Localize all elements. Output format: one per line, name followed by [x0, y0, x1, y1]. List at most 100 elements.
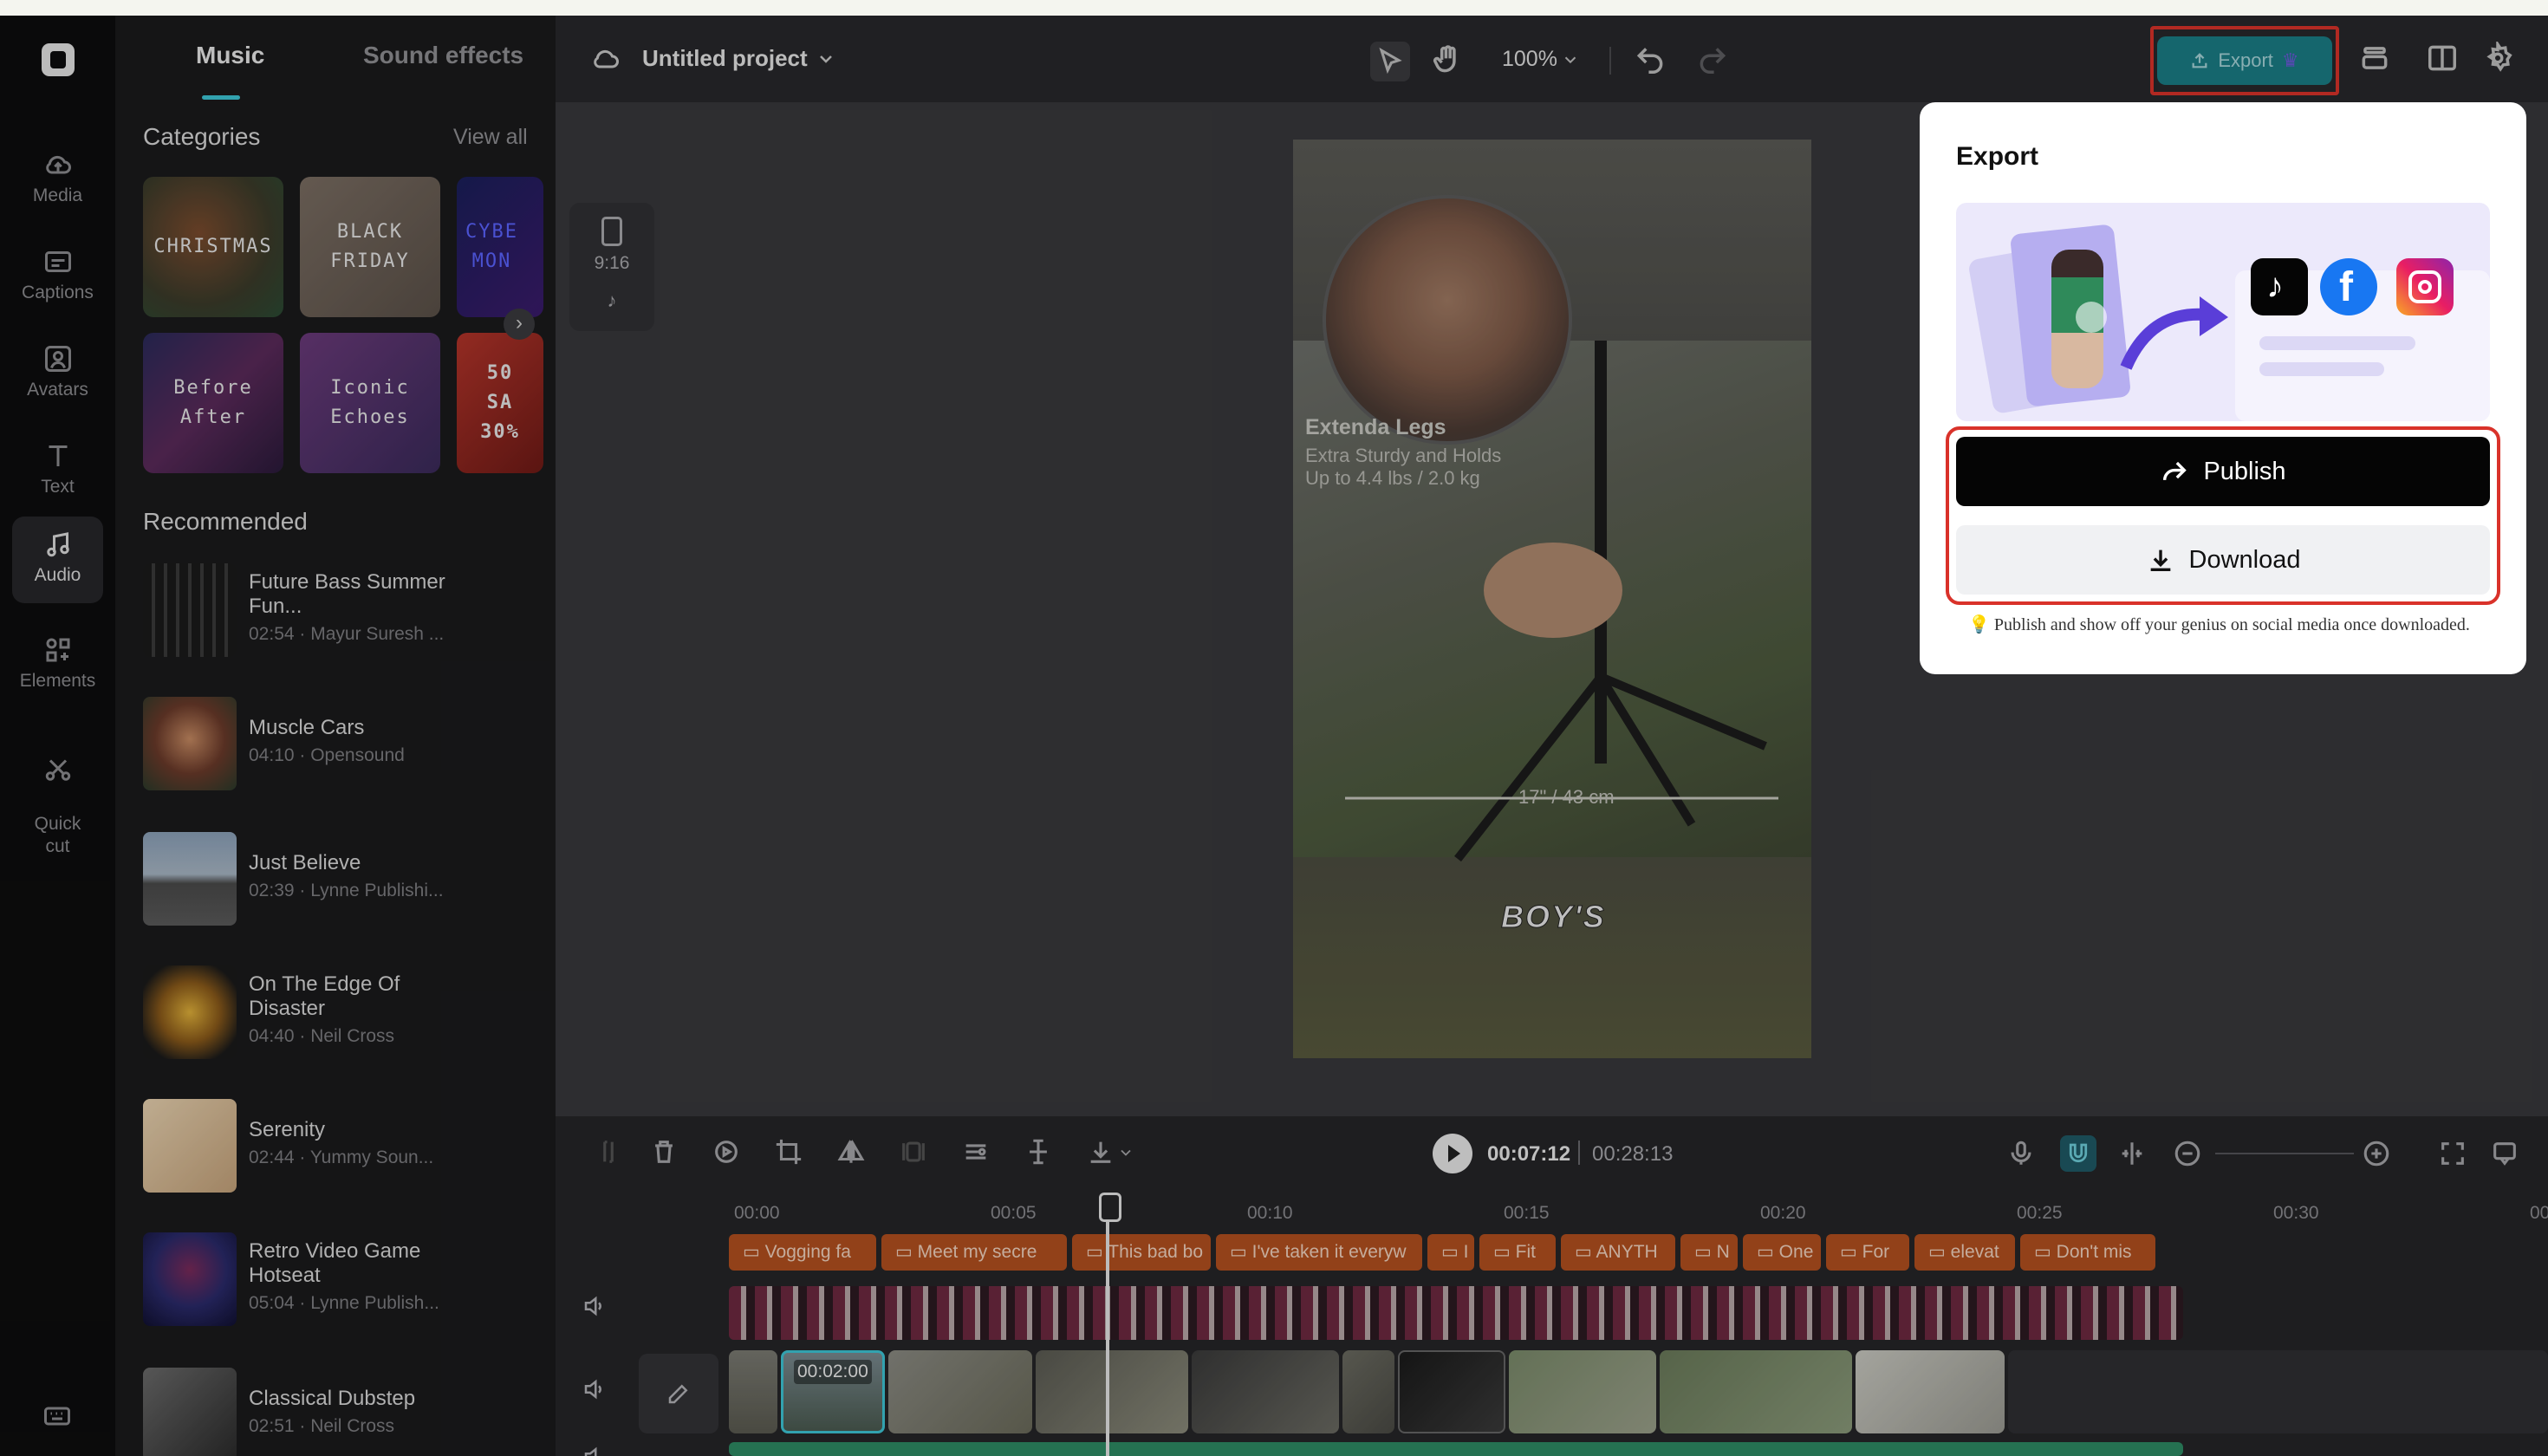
video-clip-selected[interactable]: 00:02:00 [781, 1350, 885, 1433]
video-clip[interactable] [1192, 1350, 1339, 1433]
rail-item-media[interactable]: Media [12, 137, 103, 224]
track-thumbnail [143, 965, 237, 1059]
instagram-icon [2396, 258, 2454, 315]
adjust-icon[interactable] [961, 1137, 991, 1167]
category-label: Before After [173, 377, 253, 428]
chevron-down-icon[interactable] [1561, 50, 1580, 69]
audio-track[interactable] [729, 1442, 2183, 1456]
magnet-snap-icon[interactable] [2060, 1135, 2096, 1172]
zoom-level[interactable]: 100% [1502, 47, 1557, 72]
list-item[interactable]: Classical Dubstep 02:51 · Neil Cross [143, 1368, 550, 1456]
microphone-icon[interactable] [2006, 1139, 2036, 1168]
chevron-down-icon[interactable] [816, 49, 836, 69]
caption-clip[interactable]: ▭ Meet my secre [881, 1234, 1067, 1271]
freeze-icon[interactable] [899, 1137, 928, 1167]
rail-item-elements[interactable]: Elements [12, 622, 103, 709]
crop-icon[interactable] [774, 1137, 803, 1167]
caption-clip[interactable]: ▭ Vogging fa [729, 1234, 876, 1271]
caption-clip[interactable]: ▭ This bad bo [1072, 1234, 1211, 1271]
pointer-tool-icon[interactable] [1370, 42, 1410, 81]
category-card[interactable]: 50 SA 30% [457, 333, 543, 473]
speaker-icon[interactable] [582, 1376, 608, 1402]
list-item[interactable]: Just Believe 02:39 · Lynne Publishi... [143, 832, 550, 927]
list-item[interactable]: Retro Video Game Hotseat 05:04 · Lynne P… [143, 1232, 550, 1328]
list-item[interactable]: Future Bass Summer Fun... 02:54 · Mayur … [143, 563, 550, 659]
tab-sound-effects[interactable]: Sound effects [363, 42, 523, 69]
zoom-in-icon[interactable] [2362, 1139, 2391, 1168]
edit-pencil-icon[interactable] [639, 1354, 718, 1433]
panel-layout-icon[interactable] [2426, 42, 2459, 75]
playhead[interactable] [1099, 1193, 1121, 1456]
project-name[interactable]: Untitled project [642, 45, 808, 72]
arrow-icon [2120, 296, 2228, 370]
undo-icon[interactable] [1634, 43, 1667, 76]
category-card[interactable]: Iconic Echoes [300, 333, 440, 473]
redo-icon[interactable] [1696, 43, 1729, 76]
caption-clip[interactable]: ▭ I've taken it everyw [1216, 1234, 1422, 1271]
browser-top-strip [0, 0, 2548, 16]
video-clip[interactable] [1036, 1350, 1188, 1433]
keyboard-icon[interactable] [42, 1401, 73, 1432]
caption-clip[interactable]: ▭ One [1743, 1234, 1821, 1271]
rail-item-avatars[interactable]: Avatars [12, 331, 103, 418]
caption-clip[interactable]: ▭ I [1427, 1234, 1474, 1271]
rail-item-quick-cut[interactable]: Quick cut [12, 719, 103, 856]
video-clip[interactable] [1509, 1350, 1656, 1433]
delete-icon[interactable] [649, 1137, 679, 1167]
video-preview[interactable]: Extenda Legs Extra Sturdy and Holds Up to… [1293, 140, 1811, 1058]
play-button[interactable] [1433, 1134, 1472, 1173]
fullscreen-icon[interactable] [2438, 1139, 2467, 1168]
video-clip[interactable] [1856, 1350, 2005, 1433]
zoom-slider[interactable] [2215, 1153, 2354, 1154]
download-icon[interactable] [1086, 1137, 1115, 1167]
speed-icon[interactable] [712, 1137, 741, 1167]
trim-icon[interactable] [1024, 1137, 1053, 1167]
caption-clip[interactable]: ▭ Don't mis [2020, 1234, 2155, 1271]
rail-item-audio[interactable]: Audio [12, 517, 103, 603]
list-item[interactable]: On The Edge Of Disaster 04:40 · Neil Cro… [143, 965, 550, 1061]
ruler-tick: 00:25 [2017, 1203, 2063, 1223]
list-item[interactable]: Serenity 02:44 · Yummy Soun... [143, 1099, 550, 1194]
track-name: Just Believe [249, 851, 361, 874]
caption-clip[interactable]: ▭ N [1680, 1234, 1738, 1271]
video-clip[interactable] [1398, 1350, 1505, 1433]
video-clip[interactable] [1660, 1350, 1852, 1433]
split-icon[interactable] [594, 1137, 623, 1167]
rail-item-captions[interactable]: Captions [12, 234, 103, 321]
video-clip[interactable] [729, 1350, 777, 1433]
track-meta: 02:54 · Mayur Suresh ... [249, 624, 445, 644]
app-logo[interactable] [42, 43, 75, 76]
layers-icon[interactable] [2358, 42, 2391, 75]
caption-clip[interactable]: ▭ For [1826, 1234, 1909, 1271]
avatar-video-track[interactable] [729, 1286, 2183, 1340]
split-track-icon[interactable] [2117, 1139, 2147, 1168]
aspect-ratio-selector[interactable]: 9:16 ♪ [569, 203, 654, 331]
main-video-track[interactable]: 00:02:00 [729, 1350, 2548, 1433]
tab-music[interactable]: Music [196, 42, 264, 69]
video-clip[interactable] [1342, 1350, 1394, 1433]
rail-item-text[interactable]: Text [12, 428, 103, 515]
flip-icon[interactable] [836, 1137, 866, 1167]
speaker-icon[interactable] [582, 1444, 608, 1456]
current-time: 00:07:12 [1487, 1142, 1571, 1166]
buttons-highlight-box [1946, 426, 2500, 605]
settings-gear-icon[interactable] [2481, 39, 2514, 75]
chevron-right-icon[interactable]: › [504, 309, 535, 340]
zoom-out-icon[interactable] [2173, 1139, 2202, 1168]
caption-clip[interactable]: ▭ ANYTH [1561, 1234, 1675, 1271]
caption-clip[interactable]: ▭ Fit [1479, 1234, 1556, 1271]
list-item[interactable]: Muscle Cars 04:10 · Opensound [143, 697, 550, 792]
video-clip[interactable] [888, 1350, 1032, 1433]
view-all-link[interactable]: View all [453, 125, 528, 150]
chevron-down-icon[interactable] [1117, 1144, 1134, 1161]
caption-clip[interactable]: ▭ elevat [1914, 1234, 2015, 1271]
category-card[interactable]: CHRISTMAS [143, 177, 283, 317]
category-card[interactable]: Before After [143, 333, 283, 473]
track-thumbnail [143, 832, 237, 926]
time-ruler[interactable]: 00:00 00:05 00:10 00:15 00:20 00:25 00:3… [729, 1201, 2548, 1232]
hand-tool-icon[interactable] [1431, 43, 1464, 76]
speaker-icon[interactable] [582, 1293, 608, 1319]
comment-icon[interactable] [2490, 1139, 2519, 1168]
category-card[interactable]: CYBE MON [457, 177, 543, 317]
category-card[interactable]: BLACK FRIDAY [300, 177, 440, 317]
